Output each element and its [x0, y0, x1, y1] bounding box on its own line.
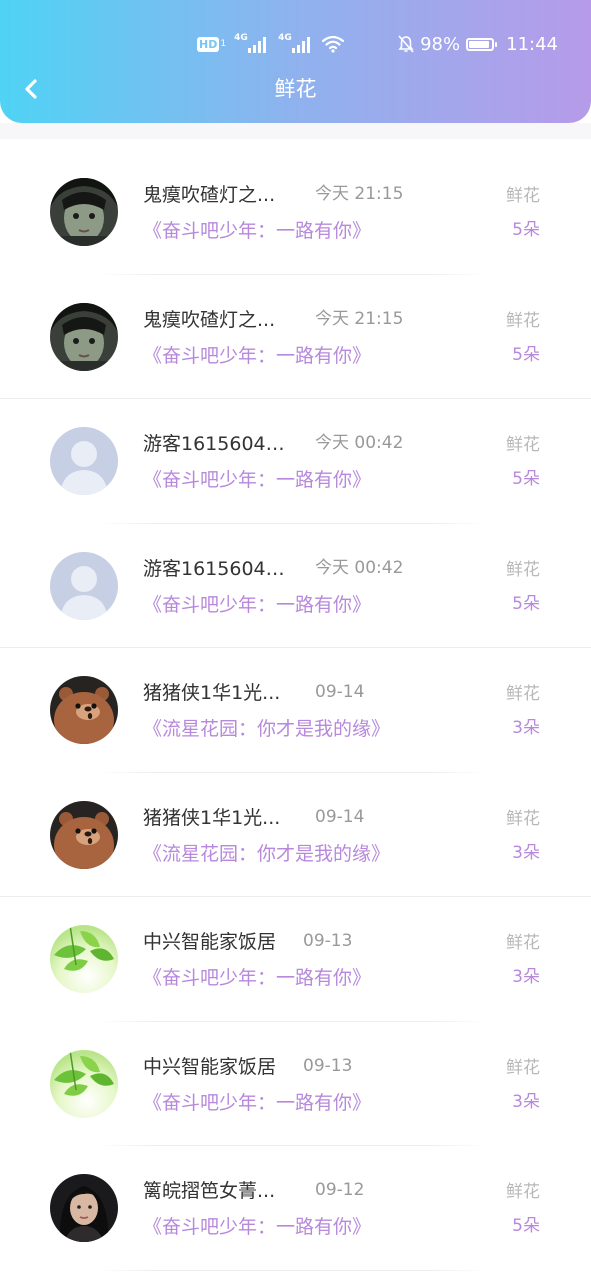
app-screen: HD 1 4G 4G 98% 11:44 鲜花 鬼瘼吹碴灯之... 今天 21:…	[0, 0, 591, 1280]
show-title[interactable]: 《奋斗吧少年：一路有你》	[143, 592, 371, 618]
clock: 11:44	[506, 33, 558, 55]
gift-count: 3朵	[512, 967, 540, 987]
flower-record-list: 鬼瘼吹碴灯之... 今天 21:15 《奋斗吧少年：一路有你》 鲜花 5朵 鬼瘼…	[0, 150, 591, 1280]
gift-count: 5朵	[512, 593, 540, 614]
record-time: 今天 21:15	[315, 184, 404, 204]
battery-percent: 98%	[420, 33, 461, 55]
avatar-bear-cartoon[interactable]	[50, 800, 118, 869]
gift-label: 鲜花	[506, 559, 540, 580]
gift-label: 鲜花	[506, 435, 540, 455]
avatar-default-user[interactable]	[50, 427, 118, 495]
user-name: 游客16156049...	[143, 557, 293, 580]
avatar-girl-photo[interactable]	[50, 178, 118, 246]
page-title: 鲜花	[274, 77, 317, 101]
user-name: 游客16156049...	[143, 433, 293, 455]
status-bar-left: HD 1 4G 4G	[197, 32, 345, 56]
gift-label: 鲜花	[506, 684, 540, 704]
gift-count: 3朵	[512, 718, 540, 738]
nav-bar: 鲜花	[0, 70, 591, 110]
list-item-1[interactable]: 鬼瘼吹碴灯之... 今天 21:15 《奋斗吧少年：一路有你》 鲜花 5朵	[0, 150, 591, 275]
user-name: 猪猪侠1华1光...	[143, 806, 281, 829]
gift-label: 鲜花	[506, 1182, 540, 1202]
show-title[interactable]: 《奋斗吧少年：一路有你》	[143, 467, 371, 493]
gift-label: 鲜花	[506, 186, 540, 206]
show-title[interactable]: 《奋斗吧少年：一路有你》	[143, 1090, 371, 1116]
user-name: 鬼瘼吹碴灯之...	[143, 308, 276, 331]
record-time: 今天 21:15	[315, 308, 404, 329]
battery-fill	[469, 40, 490, 48]
battery-icon	[466, 37, 498, 51]
gift-count: 5朵	[512, 469, 540, 489]
network-type-label: 4G	[278, 33, 292, 43]
record-time: 09-13	[303, 931, 353, 951]
record-time: 今天 00:42	[315, 557, 404, 578]
avatar-bear-cartoon[interactable]	[50, 676, 118, 744]
list-item-7[interactable]: 中兴智能家饭居 09-13 《奋斗吧少年：一路有你》 鲜花 3朵	[0, 897, 591, 1022]
gift-count: 3朵	[512, 842, 540, 863]
gift-count: 3朵	[512, 1091, 540, 1112]
user-name: 篱皖摺笆女菁...	[143, 1180, 276, 1202]
wifi-icon	[322, 35, 345, 53]
gift-count: 5朵	[512, 344, 540, 365]
list-item-5[interactable]: 猪猪侠1华1光... 09-14 《流星花园：你才是我的缘》 鲜花 3朵	[0, 648, 591, 773]
user-name: 鬼瘼吹碴灯之...	[143, 184, 276, 206]
avatar-green-leaves[interactable]	[50, 925, 118, 993]
gift-label: 鲜花	[506, 310, 540, 331]
gift-count: 5朵	[512, 220, 540, 240]
record-time: 今天 00:42	[315, 433, 404, 453]
divider	[97, 1269, 488, 1271]
avatar-default-user[interactable]	[50, 551, 118, 620]
network-type-label: 4G	[234, 33, 248, 43]
header-spacer	[0, 123, 591, 139]
user-name: 猪猪侠1华1光...	[143, 682, 281, 704]
gift-label: 鲜花	[506, 933, 540, 953]
list-item-4[interactable]: 游客16156049... 今天 00:42 《奋斗吧少年：一路有你》 鲜花 5…	[0, 524, 591, 648]
record-time: 09-13	[303, 1055, 353, 1076]
status-bar-right: 98% 11:44	[398, 30, 558, 58]
avatar-girl-photo[interactable]	[50, 302, 118, 371]
signal-icon: 4G	[278, 33, 312, 53]
show-title[interactable]: 《流星花园：你才是我的缘》	[143, 841, 390, 867]
list-item-3[interactable]: 游客16156049... 今天 00:42 《奋斗吧少年：一路有你》 鲜花 5…	[0, 399, 591, 524]
list-item-9[interactable]: 篱皖摺笆女菁... 09-12 《奋斗吧少年：一路有你》 鲜花 5朵	[0, 1146, 591, 1271]
gift-count: 5朵	[512, 1216, 540, 1236]
header: HD 1 4G 4G 98% 11:44 鲜花	[0, 0, 591, 123]
list-item-2[interactable]: 鬼瘼吹碴灯之... 今天 21:15 《奋斗吧少年：一路有你》 鲜花 5朵	[0, 275, 591, 399]
bell-off-icon	[398, 35, 414, 53]
user-name: 中兴智能家饭居	[143, 931, 277, 953]
list-item-6[interactable]: 猪猪侠1华1光... 09-14 《流星花园：你才是我的缘》 鲜花 3朵	[0, 773, 591, 897]
list-item-8[interactable]: 中兴智能家饭居 09-13 《奋斗吧少年：一路有你》 鲜花 3朵	[0, 1022, 591, 1146]
signal-icon: 4G	[234, 33, 268, 53]
show-title[interactable]: 《流星花园：你才是我的缘》	[143, 716, 390, 742]
hd-sub-label: 1	[220, 39, 227, 49]
gift-label: 鲜花	[506, 1057, 540, 1078]
show-title[interactable]: 《奋斗吧少年：一路有你》	[143, 1214, 371, 1240]
show-title[interactable]: 《奋斗吧少年：一路有你》	[143, 218, 371, 244]
user-name: 中兴智能家饭居	[143, 1055, 277, 1078]
status-bar: HD 1 4G 4G 98% 11:44	[0, 30, 591, 58]
record-time: 09-14	[315, 682, 365, 702]
hd-icon: HD	[197, 36, 220, 52]
avatar-green-leaves[interactable]	[50, 1049, 118, 1118]
gift-label: 鲜花	[506, 808, 540, 829]
avatar-woman-photo[interactable]	[50, 1174, 118, 1242]
record-time: 09-14	[315, 806, 365, 827]
record-time: 09-12	[315, 1180, 365, 1200]
show-title[interactable]: 《奋斗吧少年：一路有你》	[143, 965, 371, 991]
show-title[interactable]: 《奋斗吧少年：一路有你》	[143, 343, 371, 369]
